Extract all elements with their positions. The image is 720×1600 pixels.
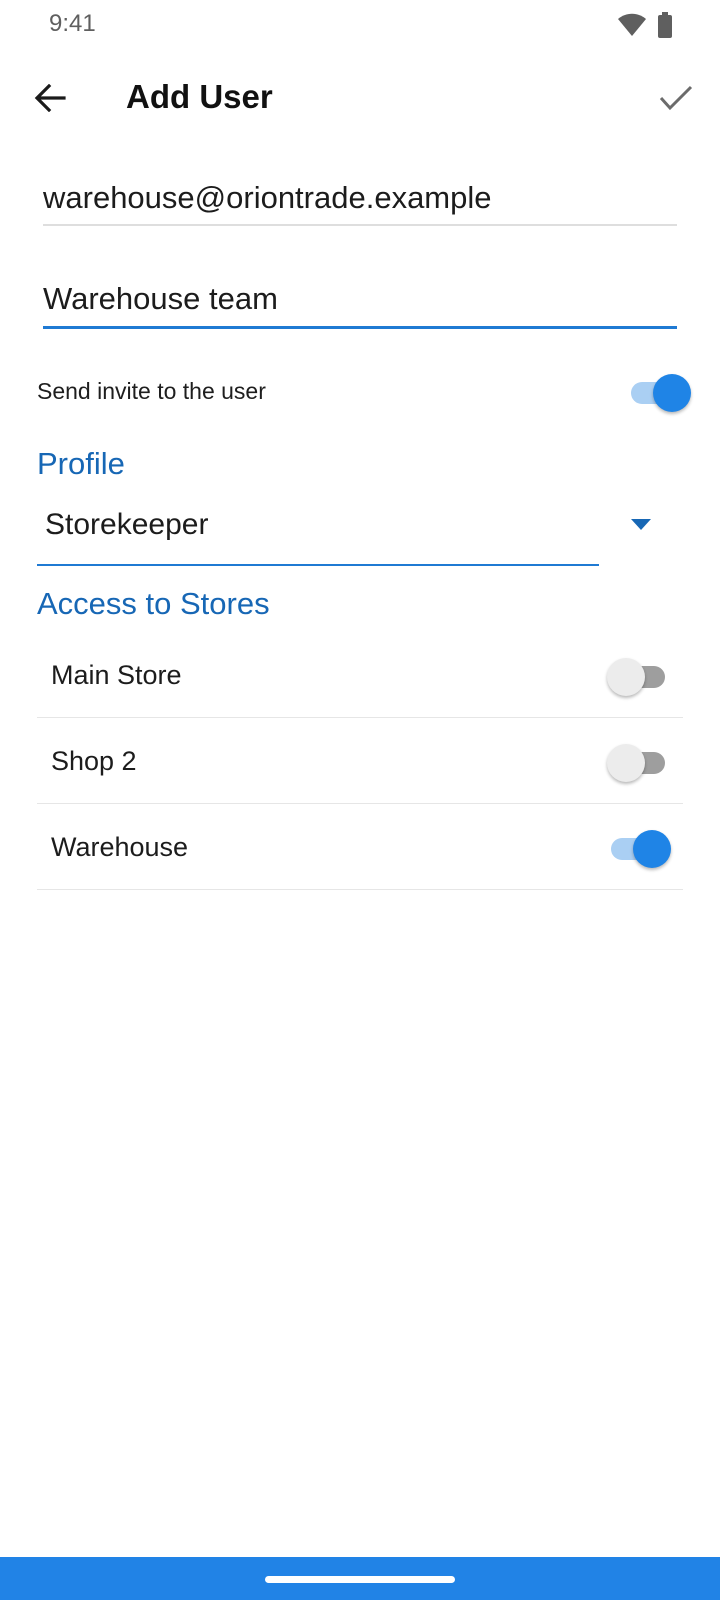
store-list: Main Store Shop 2 Warehouse xyxy=(37,632,683,890)
toggle-thumb xyxy=(653,374,691,412)
store-name: Warehouse xyxy=(51,832,189,862)
stores-section-title: Access to Stores xyxy=(37,586,270,621)
checkmark-icon xyxy=(658,84,694,117)
navigation-bar xyxy=(0,1557,720,1600)
toggle-thumb xyxy=(607,658,645,696)
list-item[interactable]: Warehouse xyxy=(37,804,683,890)
status-bar: 9:41 xyxy=(0,0,720,48)
wifi-icon xyxy=(618,13,646,42)
profile-selected-value: Storekeeper xyxy=(45,508,209,541)
send-invite-label: Send invite to the user xyxy=(37,378,266,404)
dropdown-arrow-icon xyxy=(631,518,651,536)
status-time: 9:41 xyxy=(49,10,96,37)
profile-section-title: Profile xyxy=(37,446,125,481)
name-field-underline xyxy=(43,326,677,329)
page-title: Add User xyxy=(126,78,273,115)
name-field[interactable]: Warehouse team xyxy=(43,279,677,331)
list-item[interactable]: Main Store xyxy=(37,632,683,718)
back-button[interactable] xyxy=(26,76,74,124)
name-field-value: Warehouse team xyxy=(43,281,278,316)
battery-icon xyxy=(658,12,672,43)
send-invite-row: Send invite to the user xyxy=(37,372,691,412)
save-button[interactable] xyxy=(650,74,702,126)
store-name: Shop 2 xyxy=(51,746,137,776)
profile-dropdown[interactable]: Storekeeper xyxy=(37,500,657,568)
list-item[interactable]: Shop 2 xyxy=(37,718,683,804)
store-toggle[interactable] xyxy=(607,742,671,782)
app-bar: Add User xyxy=(0,60,720,140)
home-handle[interactable] xyxy=(265,1576,455,1583)
status-icons xyxy=(618,12,672,43)
arrow-left-icon xyxy=(34,83,66,117)
store-toggle[interactable] xyxy=(607,656,671,696)
toggle-thumb xyxy=(607,744,645,782)
email-field-value: warehouse@oriontrade.example xyxy=(43,180,492,215)
profile-dropdown-underline xyxy=(37,564,599,566)
email-field[interactable]: warehouse@oriontrade.example xyxy=(43,178,677,226)
email-field-underline xyxy=(43,224,677,226)
store-name: Main Store xyxy=(51,660,182,690)
send-invite-toggle[interactable] xyxy=(627,372,691,412)
toggle-thumb xyxy=(633,830,671,868)
store-toggle[interactable] xyxy=(607,828,671,868)
